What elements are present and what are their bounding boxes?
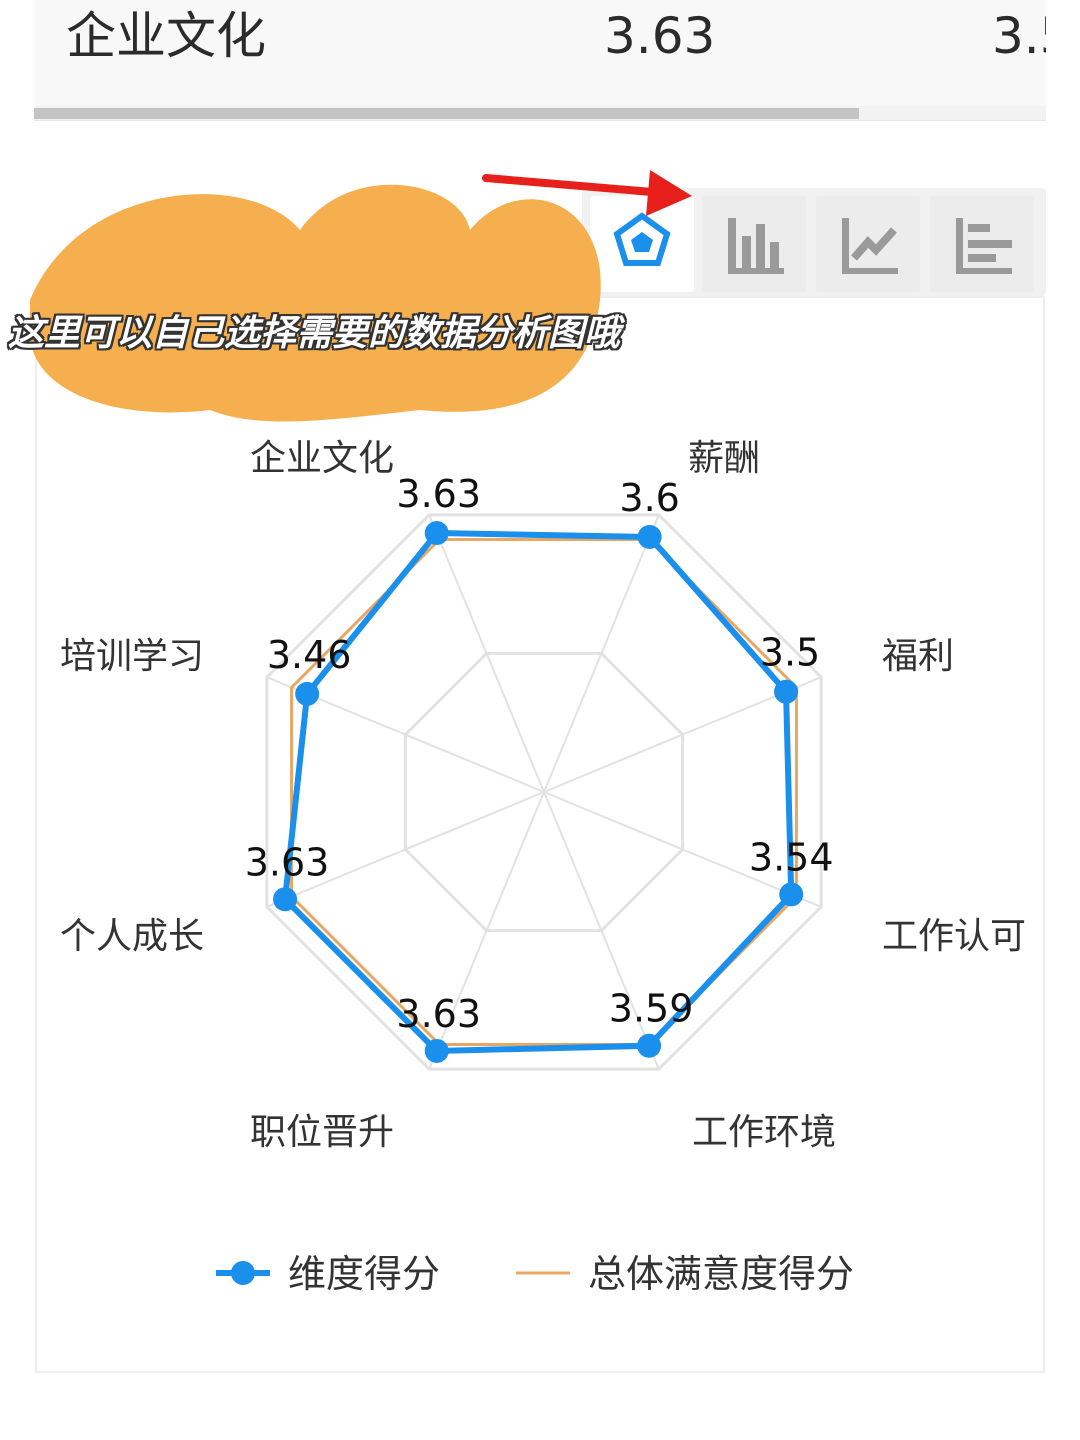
series-main-line: [281, 530, 795, 1054]
series-main-point-0: [424, 521, 449, 546]
radar-chart: 3.63 3.6 3.5 3.54 3.59 3.63 3.63 3.46 企业文化 薪酬福利工作…: [60, 438, 1026, 1296]
axis-label-7: 培训学习: [60, 636, 204, 677]
data-label-6: 3.63: [245, 840, 330, 884]
data-label-1: 3.6: [619, 476, 679, 520]
axis-label-5: 职位晋升: [250, 1112, 394, 1153]
series-main-point-7: [295, 681, 320, 706]
data-label-2: 3.5: [760, 631, 820, 675]
series-main-point-6: [273, 887, 298, 912]
axis-label-3: 工作认可: [882, 916, 1026, 957]
data-label-4: 3.59: [609, 987, 694, 1031]
series-main-point-3: [779, 882, 804, 907]
series-main-point-4: [637, 1033, 662, 1058]
axis-label-0: 企业文化: [250, 438, 394, 479]
series-main-point-2: [774, 679, 799, 704]
data-label-0: 3.63: [396, 472, 481, 516]
legend-main-marker: [231, 1261, 255, 1285]
axis-label-4: 工作环境: [692, 1112, 836, 1153]
axis-label-6: 个人成长: [60, 916, 204, 957]
data-label-7: 3.46: [267, 633, 352, 677]
legend-main-label: 维度得分: [288, 1252, 440, 1296]
legend-overall-label: 总体满意度得分: [588, 1252, 854, 1296]
series-main-point-5: [424, 1038, 449, 1063]
series-main-point-1: [637, 524, 662, 549]
data-label-3: 3.54: [749, 835, 834, 879]
axis-label-2: 福利: [882, 636, 954, 677]
data-label-5: 3.63: [396, 992, 481, 1036]
axis-label-1: 薪酬: [688, 438, 760, 479]
annotation-caption: 这里可以自己选择需要的数据分析图哦: [8, 313, 621, 354]
